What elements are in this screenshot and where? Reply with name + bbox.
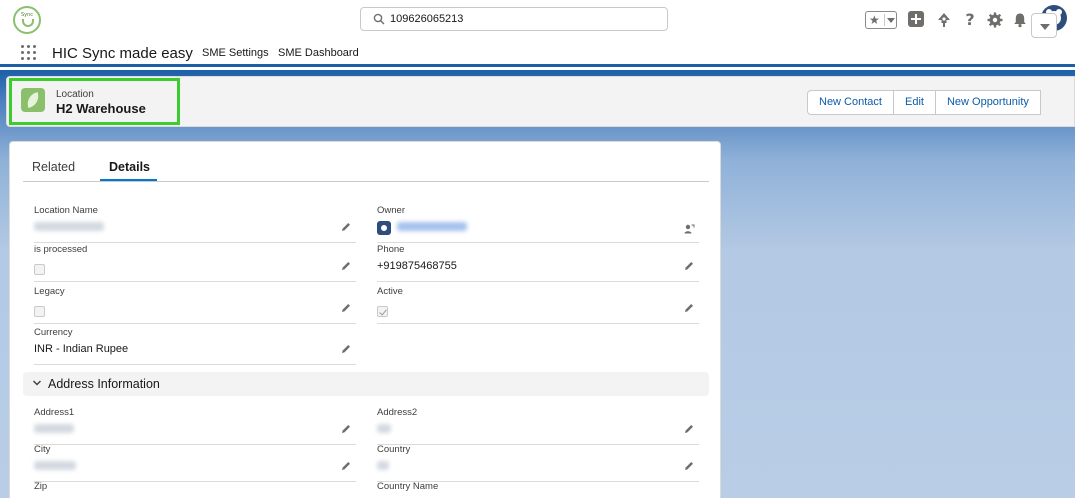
details-card: Related Details Location Name is process…	[9, 141, 721, 498]
nav-tab-sme-dashboard[interactable]: SME Dashboard	[278, 47, 359, 59]
field-country: Country	[377, 444, 699, 482]
field-label: Active	[377, 286, 403, 297]
field-zip: Zip	[34, 481, 356, 498]
tab-related[interactable]: Related	[32, 160, 75, 174]
object-label: Location	[56, 89, 94, 100]
field-label: Address1	[34, 407, 75, 418]
global-header: Sync ★ ?	[0, 0, 1075, 40]
field-value: INR - Indian Rupee	[34, 343, 129, 355]
record-title: H2 Warehouse	[56, 101, 146, 116]
field-value-redacted	[377, 461, 389, 470]
legacy-checkbox	[34, 306, 45, 317]
owner-avatar	[377, 221, 391, 235]
record-header: Location H2 Warehouse New Contact Edit N…	[6, 76, 1075, 127]
chevron-down-icon	[33, 380, 41, 386]
field-active: Active	[377, 286, 699, 324]
org-logo[interactable]: Sync	[13, 6, 41, 34]
field-legacy: Legacy	[34, 286, 356, 324]
edit-pencil-icon[interactable]	[340, 302, 352, 314]
global-search[interactable]	[360, 7, 668, 31]
leaf-icon	[25, 92, 41, 108]
field-label: Owner	[377, 205, 405, 216]
favorites-divider	[884, 14, 885, 26]
section-address-information[interactable]: Address Information	[23, 372, 709, 396]
field-owner: Owner	[377, 205, 699, 243]
nav-tab-sme-settings[interactable]: SME Settings	[202, 47, 269, 59]
edit-pencil-icon[interactable]	[340, 221, 352, 233]
location-record-icon	[21, 88, 45, 112]
logo-text: Sync	[20, 12, 34, 18]
active-checkbox	[377, 306, 388, 317]
notifications-icon[interactable]	[1011, 11, 1029, 29]
field-city: City	[34, 444, 356, 482]
field-value-redacted	[34, 461, 76, 470]
logo-leaf-icon	[22, 19, 34, 27]
edit-pencil-icon[interactable]	[340, 423, 352, 435]
search-input[interactable]	[390, 11, 660, 27]
field-label: City	[34, 444, 51, 455]
field-value: +919875468755	[377, 260, 457, 272]
edit-pencil-icon[interactable]	[683, 302, 695, 314]
field-is-processed: is processed	[34, 244, 356, 282]
add-icon[interactable]	[908, 11, 924, 27]
section-title: Address Information	[48, 377, 160, 391]
is-processed-checkbox	[34, 264, 45, 275]
field-value-redacted	[377, 424, 391, 433]
field-phone: Phone +919875468755	[377, 244, 699, 282]
edit-pencil-icon[interactable]	[683, 460, 695, 472]
record-actions: New Contact Edit New Opportunity	[807, 90, 1041, 115]
edit-pencil-icon[interactable]	[683, 423, 695, 435]
tab-details[interactable]: Details	[109, 160, 150, 174]
edit-pencil-icon[interactable]	[340, 460, 352, 472]
field-label: Legacy	[34, 286, 65, 297]
field-label: Currency	[34, 327, 73, 338]
more-actions-button[interactable]	[1031, 13, 1057, 38]
settings-icon[interactable]	[986, 11, 1004, 29]
change-owner-icon[interactable]	[683, 223, 695, 235]
edit-pencil-icon[interactable]	[340, 343, 352, 355]
field-address1: Address1	[34, 407, 356, 445]
new-contact-button[interactable]: New Contact	[807, 90, 894, 115]
field-label: Location Name	[34, 205, 98, 216]
field-label: is processed	[34, 244, 88, 255]
new-opportunity-button[interactable]: New Opportunity	[934, 90, 1041, 115]
field-country-name: Country Name	[377, 481, 699, 498]
app-name: HIC Sync made easy	[52, 45, 193, 62]
field-label: Zip	[34, 481, 48, 492]
edit-pencil-icon[interactable]	[340, 260, 352, 272]
field-currency: Currency INR - Indian Rupee	[34, 327, 356, 365]
field-label: Country	[377, 444, 411, 455]
help-icon[interactable]: ?	[961, 11, 979, 29]
search-icon	[373, 13, 385, 25]
field-value-redacted	[34, 424, 74, 433]
field-label: Address2	[377, 407, 418, 418]
field-label: Country Name	[377, 481, 439, 492]
tab-divider	[23, 181, 709, 182]
trailhead-icon[interactable]	[935, 11, 953, 29]
favorites-caret-icon[interactable]	[887, 18, 895, 23]
owner-link-redacted[interactable]	[397, 222, 467, 231]
nav-bar: HIC Sync made easy SME Settings SME Dash…	[0, 40, 1075, 67]
favorites-button[interactable]: ★	[865, 11, 897, 29]
star-icon: ★	[869, 13, 880, 27]
edit-pencil-icon[interactable]	[683, 260, 695, 272]
app-launcher-icon[interactable]	[21, 45, 37, 61]
field-location-name: Location Name	[34, 205, 356, 243]
field-value-redacted	[34, 222, 104, 231]
field-label: Phone	[377, 244, 405, 255]
edit-button[interactable]: Edit	[892, 90, 936, 115]
field-address2: Address2	[377, 407, 699, 445]
